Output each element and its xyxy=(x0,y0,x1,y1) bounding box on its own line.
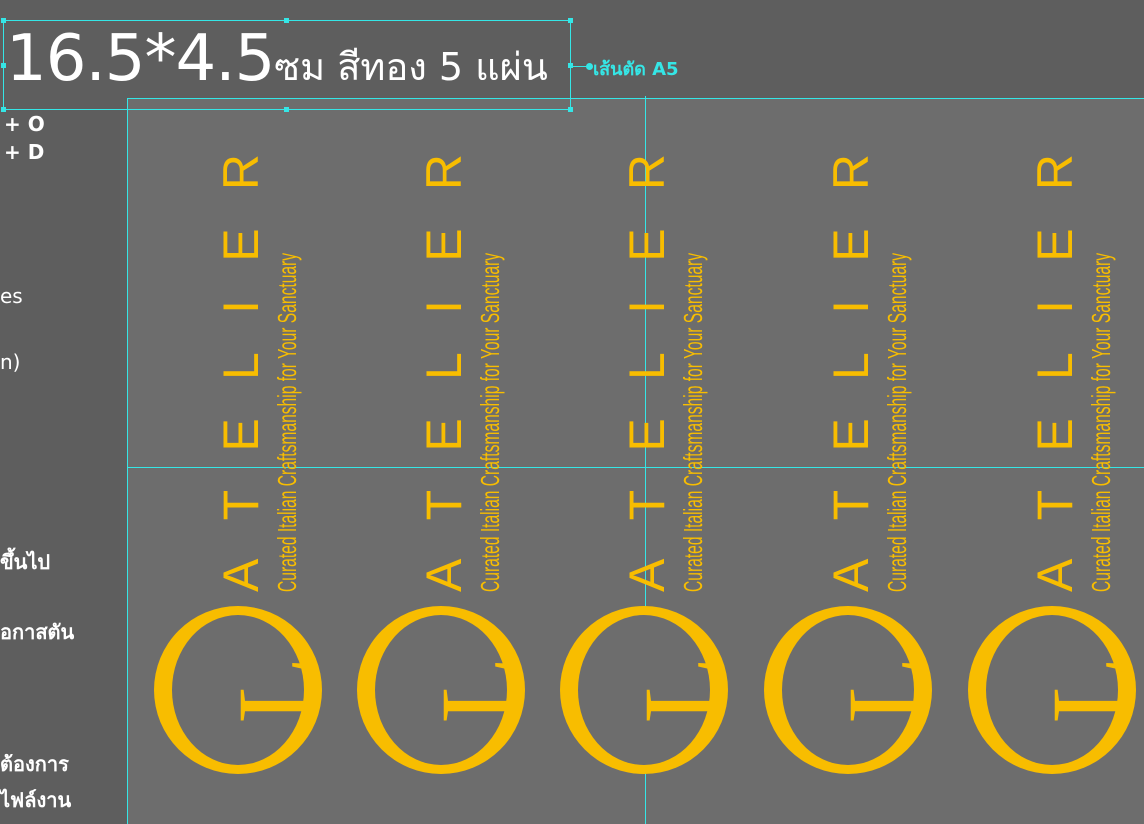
brand-letter: L xyxy=(416,352,472,380)
sidebar-line: es xyxy=(0,284,23,308)
resize-handle[interactable] xyxy=(568,107,573,112)
brand-letter: A xyxy=(823,558,879,592)
resize-handle[interactable] xyxy=(568,18,573,23)
brand-letter: E xyxy=(416,418,472,452)
sidebar-line: + D xyxy=(4,140,45,164)
emblem-letter: L xyxy=(418,656,526,723)
brand-wordmark: A T E L I E R xyxy=(1027,154,1083,592)
brand-letter: E xyxy=(213,228,269,262)
logo-emblem-icon: L xyxy=(357,606,526,774)
sidebar-line: ไฟล์งาน xyxy=(0,788,72,812)
brand-letter: E xyxy=(416,228,472,262)
brand-tagline: Curated Italian Craftsmanship for Your S… xyxy=(475,252,505,593)
brand-letter: T xyxy=(823,489,879,521)
brand-letter: I xyxy=(213,300,269,314)
brand-letter: A xyxy=(213,558,269,592)
sidebar-line: + O xyxy=(4,112,45,136)
brand-letter: E xyxy=(823,418,879,452)
brand-letter: T xyxy=(213,489,269,521)
brand-letter: E xyxy=(1027,418,1083,452)
sidebar-line: n) xyxy=(0,350,21,374)
brand-letter: L xyxy=(823,352,879,380)
brand-letter: I xyxy=(619,300,675,314)
emblem-letter: L xyxy=(621,656,729,723)
brand-letter: E xyxy=(619,228,675,262)
details-text: ซม สีทอง 5 แผ่น xyxy=(274,45,548,89)
top-guide[interactable] xyxy=(571,98,1144,99)
brand-letter: E xyxy=(1027,228,1083,262)
brand-tagline: Curated Italian Craftsmanship for Your S… xyxy=(882,252,912,593)
brand-wordmark: A T E L I E R xyxy=(823,154,879,592)
sidebar-line: ขึ้นไป xyxy=(0,550,51,574)
brand-letter: A xyxy=(1027,558,1083,592)
brand-letter: E xyxy=(213,418,269,452)
sidebar-line: ต้องการ xyxy=(0,752,69,776)
emblem-letter: L xyxy=(825,656,933,723)
brand-letter: I xyxy=(416,300,472,314)
brand-letter: A xyxy=(619,558,675,592)
brand-letter: L xyxy=(1027,352,1083,380)
brand-letter: I xyxy=(823,300,879,314)
cut-line-label: เส้นตัด A5 xyxy=(593,59,679,80)
brand-letter: R xyxy=(1027,154,1083,191)
brand-letter: R xyxy=(823,154,879,191)
cut-line-anchor-icon[interactable] xyxy=(586,63,593,70)
brand-letter: I xyxy=(1027,300,1083,314)
brand-letter: L xyxy=(213,352,269,380)
left-panel: + O + D es n) ขึ้นไป อกาสตัน ต้องการ ไฟล… xyxy=(0,0,127,824)
brand-letter: A xyxy=(416,558,472,592)
logo-emblem-icon: L xyxy=(764,606,933,774)
brand-letter: T xyxy=(1027,489,1083,521)
brand-letter: T xyxy=(416,489,472,521)
sidebar-line: อกาสตัน xyxy=(0,620,75,644)
logo-emblem-icon: L xyxy=(968,606,1137,774)
brand-letter: R xyxy=(619,154,675,191)
brand-letter: E xyxy=(823,228,879,262)
brand-letter: E xyxy=(619,418,675,452)
brand-tagline: Curated Italian Craftsmanship for Your S… xyxy=(678,252,708,593)
brand-wordmark: A T E L I E R xyxy=(416,154,472,592)
size-title[interactable]: 16.5*4.5ซม สีทอง 5 แผ่น xyxy=(6,19,548,115)
emblem-letter: L xyxy=(1029,656,1137,723)
logo-emblem-icon: L xyxy=(560,606,729,774)
brand-letter: T xyxy=(619,489,675,521)
brand-letter: R xyxy=(416,154,472,191)
size-text: 16.5*4.5 xyxy=(6,22,275,96)
brand-wordmark: A T E L I E R xyxy=(213,154,269,592)
logo-emblem-icon: L xyxy=(154,606,323,774)
brand-wordmark: A T E L I E R xyxy=(619,154,675,592)
brand-letter: R xyxy=(213,154,269,191)
brand-tagline: Curated Italian Craftsmanship for Your S… xyxy=(272,252,302,593)
emblem-letter: L xyxy=(215,656,323,723)
brand-tagline: Curated Italian Craftsmanship for Your S… xyxy=(1086,252,1116,593)
brand-letter: L xyxy=(619,352,675,380)
